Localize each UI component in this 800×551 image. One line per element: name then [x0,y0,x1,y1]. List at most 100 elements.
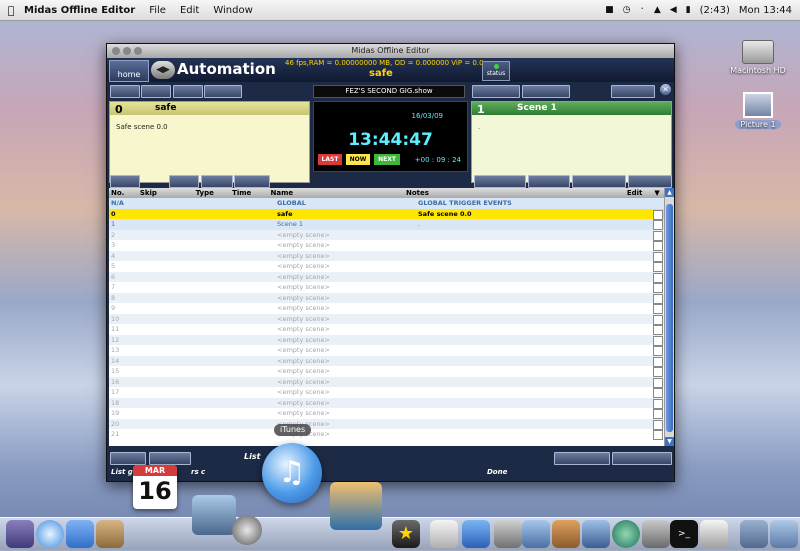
close-section-icon[interactable]: ✕ [660,84,671,95]
edit-checkbox[interactable] [653,314,663,325]
apple-menu-icon[interactable]:  [0,4,22,17]
col-edit[interactable]: Edit [569,188,654,198]
load-button[interactable] [141,85,171,98]
col-skip[interactable]: Skip [140,188,196,198]
edit-checkbox[interactable] [653,398,663,409]
utility-icon[interactable] [700,520,728,548]
battery-time[interactable]: (2:43) [700,5,730,16]
reorder-scenes-button[interactable] [612,452,672,465]
photo-booth-icon[interactable] [330,482,382,530]
table-row[interactable]: 14 <empty scene> [109,355,664,367]
store-scope-button[interactable] [522,85,570,98]
preview-icon[interactable] [430,520,458,548]
status-button[interactable]: status [482,61,510,81]
col-no[interactable]: No. [109,188,140,198]
add-midi-button[interactable] [628,175,672,188]
edit-checkbox[interactable] [653,419,663,430]
time-machine-dock-icon[interactable] [612,520,640,548]
col-type[interactable]: Type [196,188,233,198]
battery-icon[interactable]: ▮ [686,5,691,15]
edit-checkbox[interactable] [653,409,663,419]
table-row[interactable]: 9 <empty scene> [109,303,664,314]
add-gpo-button[interactable] [528,175,570,188]
now-button[interactable]: NOW [346,154,370,165]
address-book-icon[interactable] [96,520,124,548]
menu-app-name[interactable]: Midas Offline Editor [24,5,135,16]
edit-checkbox[interactable] [653,293,663,304]
menu-window[interactable]: Window [213,5,252,16]
table-row[interactable]: 2 <empty scene> [109,229,664,241]
last-button[interactable]: LAST [318,154,342,165]
table-row[interactable]: 11 <empty scene> [109,324,664,335]
finder-icon[interactable] [6,520,34,548]
edit-checkbox[interactable] [653,356,663,367]
wifi-icon[interactable]: ▲ [654,5,661,15]
edit-checkbox[interactable] [653,251,663,262]
quicktime-icon[interactable] [232,515,262,545]
edit-checkbox[interactable] [653,262,663,272]
menubar-clock[interactable]: Mon 13:44 [739,5,792,16]
add-internal-button[interactable] [572,175,626,188]
table-row[interactable]: 10 <empty scene> [109,313,664,325]
table-row[interactable]: 4 <empty scene> [109,250,664,262]
table-row[interactable]: 15 <empty scene> [109,366,664,377]
collapse-button[interactable] [149,452,191,465]
edit-checkbox[interactable] [653,335,663,346]
table-row[interactable]: 17 <empty scene> [109,387,664,398]
edit-checkbox[interactable] [653,304,663,314]
store-scene-button[interactable] [474,175,526,188]
edit-checkbox[interactable] [653,346,663,356]
close-window-button[interactable] [112,47,120,55]
scroll-up-icon[interactable]: ▲ [665,188,674,197]
column-menu-icon[interactable]: ▼ [654,188,664,198]
show-editor-button[interactable] [554,452,610,465]
spaces-icon[interactable]: ■ [605,5,614,15]
col-notes[interactable]: Notes [406,188,569,198]
edit-checkbox[interactable] [653,325,663,335]
table-row[interactable]: 21<empty scene> [109,429,664,440]
edit-checkbox[interactable] [653,209,663,220]
table-row[interactable]: 13 <empty scene> [109,345,664,356]
table-row[interactable]: 6 <empty scene> [109,271,664,283]
rehearsal-button[interactable] [611,85,655,98]
desktop-icon-picture[interactable]: Picture 1 [730,92,786,129]
new-button[interactable] [110,85,140,98]
xcode-icon[interactable] [522,520,550,548]
next-button[interactable]: NEXT [374,154,400,165]
desktop-icon-hd[interactable]: Macintosh HD [728,40,788,75]
time-machine-icon[interactable]: ◷ [623,5,631,15]
table-row[interactable]: 18 <empty scene> [109,397,664,409]
scroll-down-icon[interactable]: ▼ [665,437,674,446]
bluetooth-icon[interactable]: ᛫ [639,5,644,15]
delete-button[interactable] [234,175,270,188]
table-scrollbar[interactable]: ▲ ▼ [664,188,674,446]
terminal-icon[interactable]: >_ [670,520,698,548]
safari-icon[interactable] [36,520,64,548]
imovie-star-icon[interactable]: ★ [392,520,420,548]
table-row[interactable]: 3 <empty scene> [109,240,664,251]
edit-checkbox[interactable] [653,272,663,283]
show-name-field[interactable]: FEZ'S SECOND GIG.show [313,85,465,98]
documents-stack-icon[interactable] [740,520,768,548]
table-row[interactable]: 12 <empty scene> [109,334,664,346]
minimize-window-button[interactable] [123,47,131,55]
scroll-thumb[interactable] [666,204,673,432]
save-as-button[interactable] [204,85,242,98]
edit-checkbox[interactable] [653,367,663,377]
save-button[interactable] [173,85,203,98]
edit-checkbox[interactable] [653,283,663,293]
right-button[interactable] [110,175,140,188]
col-name[interactable]: Name [271,188,406,198]
window-titlebar[interactable]: Midas Offline Editor [107,44,674,58]
ical-icon[interactable]: MAR 16 [133,465,177,509]
table-row[interactable]: 5 <empty scene> [109,261,664,272]
itunes-icon[interactable]: ♫ [262,443,322,503]
edit-checkbox[interactable] [653,230,663,241]
garageband-icon[interactable] [552,520,580,548]
zoom-window-button[interactable] [134,47,142,55]
edit-checkbox[interactable] [653,220,663,230]
edit-checkbox[interactable] [653,388,663,398]
table-row[interactable]: 1 Scene 1. [109,219,664,230]
table-row[interactable]: 8 <empty scene> [109,292,664,304]
paste-button[interactable] [201,175,233,188]
